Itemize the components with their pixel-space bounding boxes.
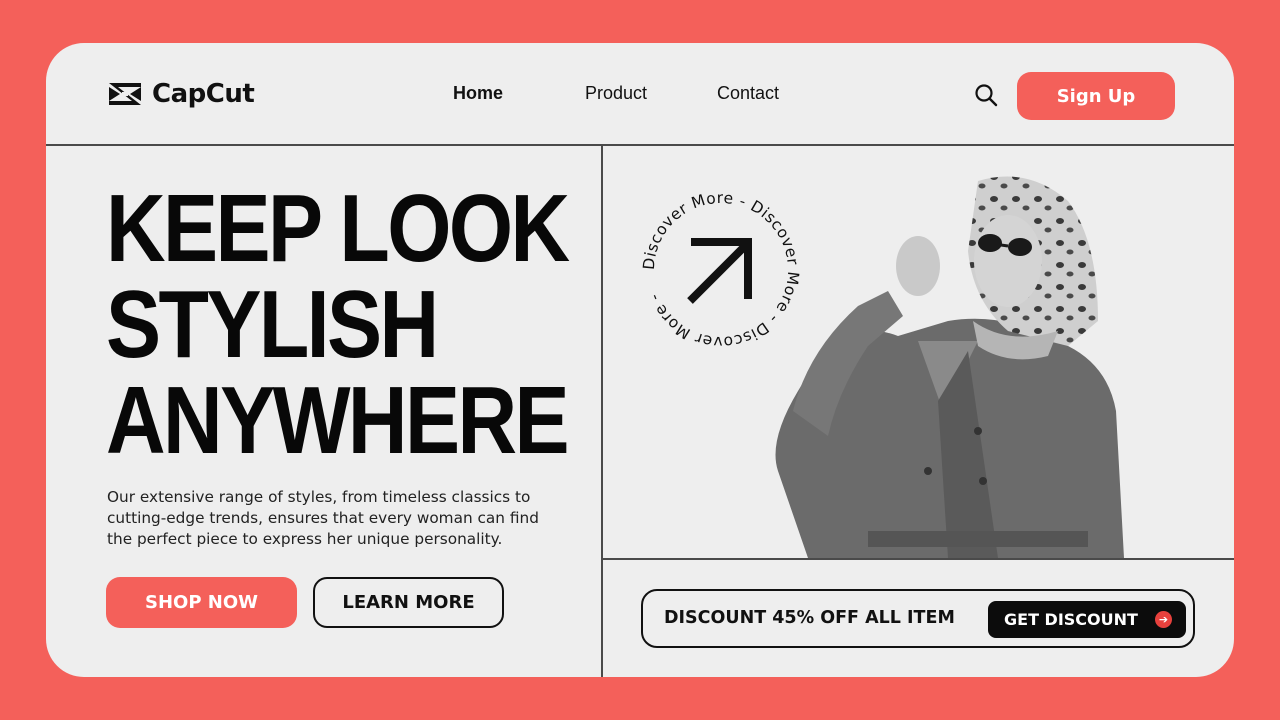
- capcut-logo-icon: [109, 83, 141, 105]
- hero-headline: KEEP LOOK STYLISH ANYWHERE: [106, 175, 570, 474]
- learn-more-button[interactable]: LEARN MORE: [313, 577, 504, 628]
- arrow-up-right-icon: [687, 238, 752, 304]
- model-photo: [775, 176, 1124, 558]
- right-panel-divider: [603, 558, 1234, 560]
- nav-home[interactable]: Home: [453, 83, 503, 104]
- discount-text: DISCOUNT 45% OFF ALL ITEM: [664, 608, 955, 628]
- header-divider: [46, 144, 1234, 146]
- hero-description: Our extensive range of styles, from time…: [107, 488, 539, 548]
- vertical-divider: [601, 146, 603, 677]
- get-discount-button[interactable]: GET DISCOUNT ➔: [988, 601, 1186, 638]
- search-icon[interactable]: [974, 83, 998, 107]
- shop-now-button[interactable]: SHOP NOW: [106, 577, 297, 628]
- nav-product[interactable]: Product: [585, 83, 647, 104]
- get-discount-label: GET DISCOUNT: [1004, 610, 1138, 629]
- brand-name: CapCut: [152, 79, 255, 109]
- discount-banner: DISCOUNT 45% OFF ALL ITEM GET DISCOUNT ➔: [641, 589, 1195, 648]
- headline-line-2: STYLISH: [106, 271, 439, 378]
- headline-line-1: KEEP LOOK: [106, 175, 570, 282]
- arrow-right-icon: ➔: [1155, 611, 1172, 628]
- sign-up-button[interactable]: Sign Up: [1017, 72, 1175, 120]
- headline-line-3: ANYWHERE: [106, 367, 570, 474]
- nav-contact[interactable]: Contact: [717, 83, 779, 104]
- brand-logo[interactable]: CapCut: [106, 79, 255, 109]
- landing-card: CapCut Home Product Contact Sign Up KEEP…: [46, 43, 1234, 677]
